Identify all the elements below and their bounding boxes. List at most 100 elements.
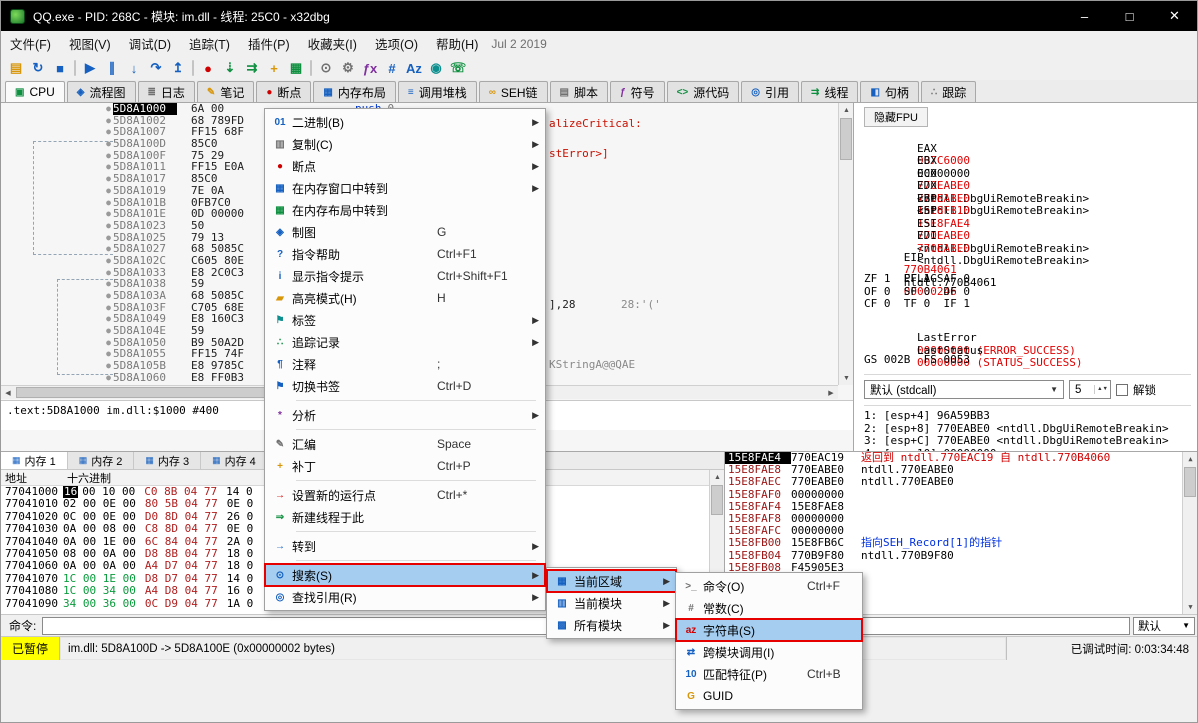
restart-icon[interactable]: ↻ [27,58,49,78]
flags-row[interactable]: ZF 1 PF 1 AF 0 [864,273,1191,286]
strings-icon[interactable]: Az [403,58,425,78]
tab-script[interactable]: ▤ 脚本 [550,81,608,102]
tab-call-stack[interactable]: ≡ 调用堆栈 [398,81,477,102]
tab-dump-4[interactable]: ▦ 内存 4 [201,452,268,469]
menu-item-trace-record[interactable]: ∴ 追踪记录 ▶ [265,331,545,353]
stack-row[interactable]: 15E8FAEC 770EABE0 ntdll.770EABE0 [725,476,1197,488]
scroll-up-button[interactable]: ▲ [1183,452,1197,466]
menu-item-assemble[interactable]: ✎ 汇编 Space [265,433,545,455]
menu-item-find-references[interactable]: ◎ 查找引用(R) ▶ [265,586,545,608]
unlock-checkbox[interactable] [1116,384,1128,396]
menu-item-breakpoint[interactable]: ● 断点 ▶ [265,155,545,177]
pause-icon[interactable]: ∥ [101,58,123,78]
scroll-down-button[interactable]: ▼ [1183,600,1197,614]
register-row[interactable]: EAX 007C6000 [864,130,1191,143]
menu-item-toggle-bookmark[interactable]: ⚑ 切换书签 Ctrl+D [265,375,545,397]
menu-item-current-module[interactable]: ▥ 当前模块 ▶ [547,592,676,614]
maximize-button[interactable]: □ [1107,1,1152,31]
step-into-icon[interactable]: ↓ [123,58,145,78]
menubar-item[interactable]: 选项(O) [366,31,427,56]
stack-vscrollbar[interactable]: ▲ ▼ [1182,452,1197,614]
memory-map-icon[interactable]: ▦ [285,58,307,78]
menu-item-graph[interactable]: ◈ 制图 G [265,221,545,243]
vscroll-thumb[interactable] [840,118,852,160]
menu-item-follow-in-memory-map[interactable]: ▦ 在内存布局中转到 [265,199,545,221]
tab-notes[interactable]: ✎ 笔记 [197,81,254,102]
stack-row[interactable]: 15E8FB04 770B9F80 ntdll.770B9F80 [725,550,1197,562]
patch-icon[interactable]: + [263,58,285,78]
calling-convention-select[interactable]: 默认 (stdcall) ▼ [864,380,1064,399]
last-error-row[interactable]: LastError 00000000 (ERROR_SUCCESS) [864,320,1191,333]
phone-icon[interactable]: ☏ [447,58,469,78]
open-file-icon[interactable]: ▤ [5,58,27,78]
scroll-left-button[interactable]: ◀ [1,386,15,400]
stepper-arrows-icon[interactable]: ▲▼ [1094,385,1110,394]
menu-item-copy[interactable]: ▥ 复制(C) ▶ [265,133,545,155]
search-icon[interactable]: ⊙ [315,58,337,78]
tab-breakpoints[interactable]: ● 断点 [256,81,311,102]
scroll-right-button[interactable]: ▶ [824,386,838,400]
tab-handles[interactable]: ◧ 句柄 [860,81,918,102]
settings-icon[interactable]: ⚙ [337,58,359,78]
record-icon[interactable]: ● [197,58,219,78]
menubar-item[interactable]: 文件(F) [1,31,60,56]
menu-item-search-constant[interactable]: # 常数(C) [676,597,862,619]
scroll-down-button[interactable]: ▼ [839,371,854,385]
minimize-button[interactable]: – [1062,1,1107,31]
menu-item-search[interactable]: ⊙ 搜索(S) ▶ [265,564,545,586]
menu-item-goto[interactable]: → 转到 ▶ [265,535,545,557]
call-argument-row[interactable]: 3: [esp+C] 770EABE0 <ntdll.DbgUiRemoteBr… [864,435,1191,448]
menu-item-label[interactable]: ⚑ 标签 ▶ [265,309,545,331]
menu-item-instruction-help[interactable]: ? 指令帮助 Ctrl+F1 [265,243,545,265]
menubar-item[interactable]: 收藏夹(I) [299,31,366,56]
tab-threads[interactable]: ⇉ 线程 [801,81,858,102]
stop-icon[interactable]: ■ [49,58,71,78]
compass-icon[interactable]: ◉ [425,58,447,78]
trace-over-icon[interactable]: ⇉ [241,58,263,78]
tab-graph[interactable]: ◈ 流程图 [67,81,136,102]
menu-item-search-guid[interactable]: G GUID [676,685,862,707]
hide-fpu-button[interactable]: 隐藏FP​U [864,107,928,127]
menu-item-search-intermodular-calls[interactable]: ⇄ 跨模块调用(I) [676,641,862,663]
stack-row[interactable]: 15E8FB00 15E8FB6C 指向SEH_Record[1]的指针 [725,537,1197,549]
command-mode-select[interactable]: 默认 ▼ [1133,617,1195,635]
arg-count-stepper[interactable]: 5 ▲▼ [1069,380,1111,399]
menubar-item[interactable]: 视图(V) [60,31,120,56]
stack-row[interactable]: 15E8FAF0 00000000 [725,489,1197,501]
menu-item-search-pattern[interactable]: 10 匹配特征(P) Ctrl+B [676,663,862,685]
step-over-icon[interactable]: ↷ [145,58,167,78]
trace-into-icon[interactable]: ⇣ [219,58,241,78]
tab-dump-1[interactable]: ▦ 内存 1 [1,452,68,469]
scroll-up-button[interactable]: ▲ [839,103,854,117]
menu-item-comment[interactable]: ¶ 注释 ; [265,353,545,375]
menu-item-new-thread[interactable]: ⇒ 新建线程于此 [265,506,545,528]
tab-dump-3[interactable]: ▦ 内存 3 [134,452,201,469]
menu-item-binary[interactable]: 01 二进制(B) ▶ [265,111,545,133]
tab-references[interactable]: ◎ 引用 [741,81,799,102]
tab-source[interactable]: <> 源代码 [667,81,740,102]
menu-item-show-mnemonic-brief[interactable]: i 显示指令提示 Ctrl+Shift+F1 [265,265,545,287]
menubar-item[interactable]: 帮助(H) [427,31,487,56]
menubar-item[interactable]: 调试(D) [120,31,180,56]
tab-log[interactable]: ≣ 日志 [138,81,195,102]
flags-row[interactable]: CF 0 TF 0 IF 1 [864,298,1191,311]
menu-item-follow-in-dump[interactable]: ▦ 在内存窗口中转到 ▶ [265,177,545,199]
menubar-item[interactable]: 追踪(T) [180,31,239,56]
menu-item-all-modules[interactable]: ▩ 所有模块 ▶ [547,614,676,636]
vscroll-thumb[interactable] [1184,467,1196,497]
fx-icon[interactable]: ƒx [359,58,381,78]
call-argument-row[interactable]: 1: [esp+4] 96A59BB3 [864,410,1191,423]
menu-item-analysis[interactable]: * 分析 ▶ [265,404,545,426]
tab-trace[interactable]: ∴ 跟踪 [921,81,976,102]
tab-dump-2[interactable]: ▦ 内存 2 [68,452,135,469]
run-icon[interactable]: ▶ [79,58,101,78]
tab-cpu[interactable]: ▣ CPU [5,81,65,102]
step-out-icon[interactable]: ↥ [167,58,189,78]
menu-item-set-new-origin[interactable]: → 设置新的运行点 Ctrl+* [265,484,545,506]
tab-memory-map[interactable]: ▦ 内存布局 [313,81,395,102]
scroll-up-button[interactable]: ▲ [710,470,725,484]
menu-item-patch[interactable]: + 补丁 Ctrl+P [265,455,545,477]
tab-seh[interactable]: ∞ SEH链 [479,81,548,102]
menu-item-highlight-mode[interactable]: ▰ 高亮模式(H) H [265,287,545,309]
menu-item-search-command[interactable]: >_ 命令(O) Ctrl+F [676,575,862,597]
